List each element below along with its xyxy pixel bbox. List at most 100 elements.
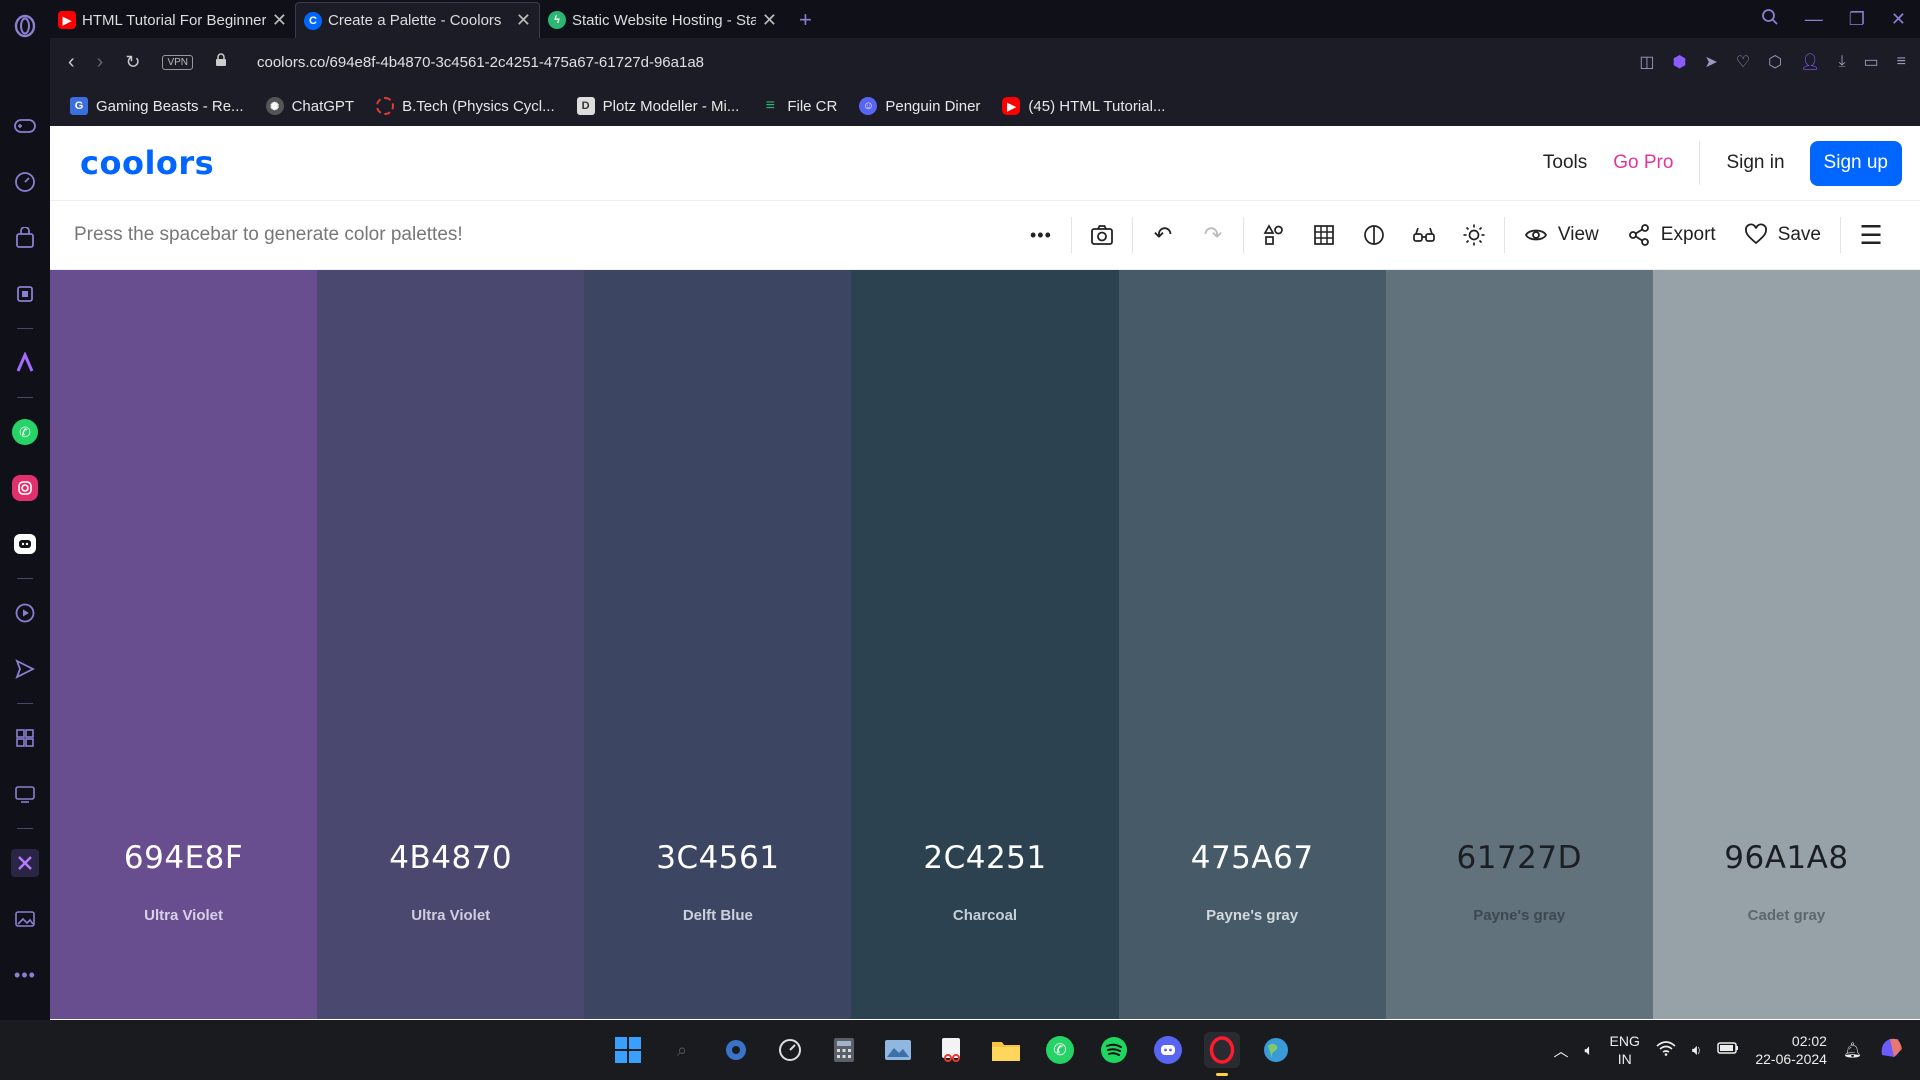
bookmark-item[interactable]: B.Tech (Physics Cycl... — [376, 97, 555, 115]
language-indicator[interactable]: ENG IN — [1610, 1032, 1640, 1068]
box-icon[interactable]: ⬡ — [1768, 52, 1782, 72]
save-button[interactable]: Save — [1730, 223, 1835, 247]
clock[interactable]: 02:02 22-06-2024 — [1755, 1032, 1827, 1068]
globe-app-icon[interactable] — [1258, 1032, 1294, 1068]
bookmark-item[interactable]: ▶ (45) HTML Tutorial... — [1002, 97, 1165, 115]
settings-icon[interactable] — [718, 1032, 754, 1068]
chevron-up-icon[interactable]: ︿ — [1554, 1040, 1569, 1061]
brightness-icon[interactable] — [1449, 210, 1499, 260]
forward-icon[interactable]: › — [97, 51, 104, 74]
instagram-icon[interactable] — [11, 474, 39, 502]
search-app-icon[interactable]: ⌕ — [664, 1032, 700, 1068]
close-icon[interactable]: ✕ — [762, 10, 777, 31]
glasses-icon[interactable] — [1399, 210, 1449, 260]
opera-browser-icon[interactable] — [1204, 1032, 1240, 1076]
notification-bell-icon[interactable]: 🔔︎ — [1843, 1041, 1862, 1059]
extension-icon[interactable] — [11, 849, 39, 877]
url-field[interactable]: coolors.co/694e8f-4b4870-3c4561-2c4251-4… — [257, 54, 704, 71]
profile-icon[interactable]: 👤︎ — [1800, 52, 1820, 72]
aria-icon[interactable] — [11, 349, 39, 377]
vpn-badge[interactable]: VPN — [162, 54, 193, 70]
grid-icon[interactable] — [1299, 210, 1349, 260]
opera-logo-icon[interactable] — [11, 12, 39, 40]
file-explorer-icon[interactable] — [988, 1032, 1024, 1068]
search-icon[interactable] — [1761, 8, 1779, 31]
send-icon[interactable] — [11, 655, 39, 683]
sign-up-button[interactable]: Sign up — [1809, 140, 1902, 186]
export-button[interactable]: Export — [1613, 223, 1730, 247]
coolors-logo[interactable]: coolors — [80, 144, 214, 182]
bookmark-item[interactable]: G Gaming Beasts - Re... — [70, 97, 244, 115]
discord-icon[interactable] — [1150, 1032, 1186, 1068]
hamburger-menu-icon[interactable]: ☰ — [1846, 210, 1896, 260]
back-icon[interactable]: ‹ — [68, 51, 75, 74]
more-icon[interactable]: ••• — [11, 961, 39, 989]
battery-icon[interactable]: ▭ — [1864, 52, 1879, 72]
swatch-hex[interactable]: 475A67 — [1119, 840, 1386, 876]
snipping-tool-icon[interactable] — [934, 1032, 970, 1068]
tools-link[interactable]: Tools — [1530, 152, 1600, 174]
more-options-icon[interactable]: ••• — [1016, 210, 1066, 260]
swatch-hex[interactable]: 3C4561 — [584, 840, 851, 876]
whatsapp-icon[interactable]: ✆ — [11, 418, 39, 446]
sign-in-link[interactable]: Sign in — [1713, 152, 1797, 174]
battery-icon[interactable] — [1717, 1041, 1739, 1059]
color-swatch[interactable]: 96A1A8 Cadet gray — [1652, 270, 1920, 1019]
color-swatch[interactable]: 2C4251 Charcoal — [851, 270, 1119, 1019]
minimize-icon[interactable]: — — [1805, 9, 1823, 30]
view-button[interactable]: View — [1510, 223, 1613, 247]
bookmark-item[interactable]: ☺ Penguin Diner — [859, 97, 980, 115]
windows-start-icon[interactable] — [610, 1032, 646, 1068]
speedometer-icon[interactable] — [11, 168, 39, 196]
whatsapp-icon[interactable]: ✆ — [1042, 1032, 1078, 1068]
tab-static-hosting[interactable]: ϟ Static Website Hosting - Static ✕ — [540, 2, 785, 38]
gamepad-icon[interactable] — [11, 112, 39, 140]
reload-icon[interactable]: ↻ — [125, 52, 140, 73]
close-icon[interactable]: ✕ — [272, 10, 287, 31]
spotify-icon[interactable] — [1096, 1032, 1132, 1068]
undo-icon[interactable]: ↶ — [1138, 210, 1188, 260]
chip-icon[interactable] — [11, 280, 39, 308]
shapes-icon[interactable] — [1249, 210, 1299, 260]
heart-icon[interactable]: ♡ — [1736, 52, 1750, 72]
tab-html-tutorial[interactable]: ▶ HTML Tutorial For Beginners ✕ — [50, 2, 295, 38]
discord-icon[interactable] — [11, 530, 39, 558]
copilot-icon[interactable] — [1878, 1035, 1906, 1065]
shield-icon[interactable]: ⬢ — [1672, 52, 1686, 72]
contrast-icon[interactable] — [1349, 210, 1399, 260]
restore-icon[interactable]: ❐ — [1849, 9, 1865, 30]
swatch-hex[interactable]: 2C4251 — [851, 840, 1118, 876]
calculator-icon[interactable] — [826, 1032, 862, 1068]
redo-icon[interactable]: ↷ — [1188, 210, 1238, 260]
color-swatch[interactable]: 61727D Payne's gray — [1385, 270, 1653, 1019]
camera-icon[interactable]: ◫ — [1639, 52, 1654, 72]
swatch-hex[interactable]: 694E8F — [50, 840, 317, 876]
workspaces-icon[interactable] — [11, 724, 39, 752]
gallery-icon[interactable] — [11, 905, 39, 933]
speedometer-icon[interactable] — [772, 1032, 808, 1068]
player-icon[interactable] — [11, 599, 39, 627]
speaker-icon[interactable]: 🔉︎ — [1692, 1042, 1701, 1059]
color-swatch[interactable]: 694E8F Ultra Violet — [50, 270, 318, 1019]
color-swatch[interactable]: 475A67 Payne's gray — [1118, 270, 1386, 1019]
go-pro-link[interactable]: Go Pro — [1600, 152, 1686, 174]
volume-icon[interactable]: 🔈︎ — [1585, 1042, 1594, 1059]
color-swatch[interactable]: 4B4870 Ultra Violet — [317, 270, 585, 1019]
new-tab-button[interactable]: + — [785, 2, 826, 38]
settings-sliders-icon[interactable]: ≡ — [1897, 53, 1906, 71]
bookmark-item[interactable]: ≡ File CR — [761, 97, 838, 115]
bookmark-item[interactable]: ✺ ChatGPT — [265, 97, 354, 115]
close-window-icon[interactable]: ✕ — [1891, 9, 1906, 30]
download-icon[interactable]: ⤓ — [1838, 53, 1845, 71]
shopping-bag-icon[interactable] — [11, 224, 39, 252]
photos-icon[interactable] — [880, 1032, 916, 1068]
tabs-icon[interactable] — [11, 780, 39, 808]
close-icon[interactable]: ✕ — [516, 10, 531, 31]
camera-icon[interactable] — [1077, 210, 1127, 260]
swatch-hex[interactable]: 61727D — [1386, 840, 1653, 876]
swatch-hex[interactable]: 96A1A8 — [1653, 840, 1920, 876]
send-icon[interactable]: ➤ — [1704, 52, 1717, 72]
swatch-hex[interactable]: 4B4870 — [317, 840, 584, 876]
tab-coolors[interactable]: C Create a Palette - Coolors ✕ — [295, 2, 540, 38]
wifi-icon[interactable] — [1656, 1040, 1676, 1060]
